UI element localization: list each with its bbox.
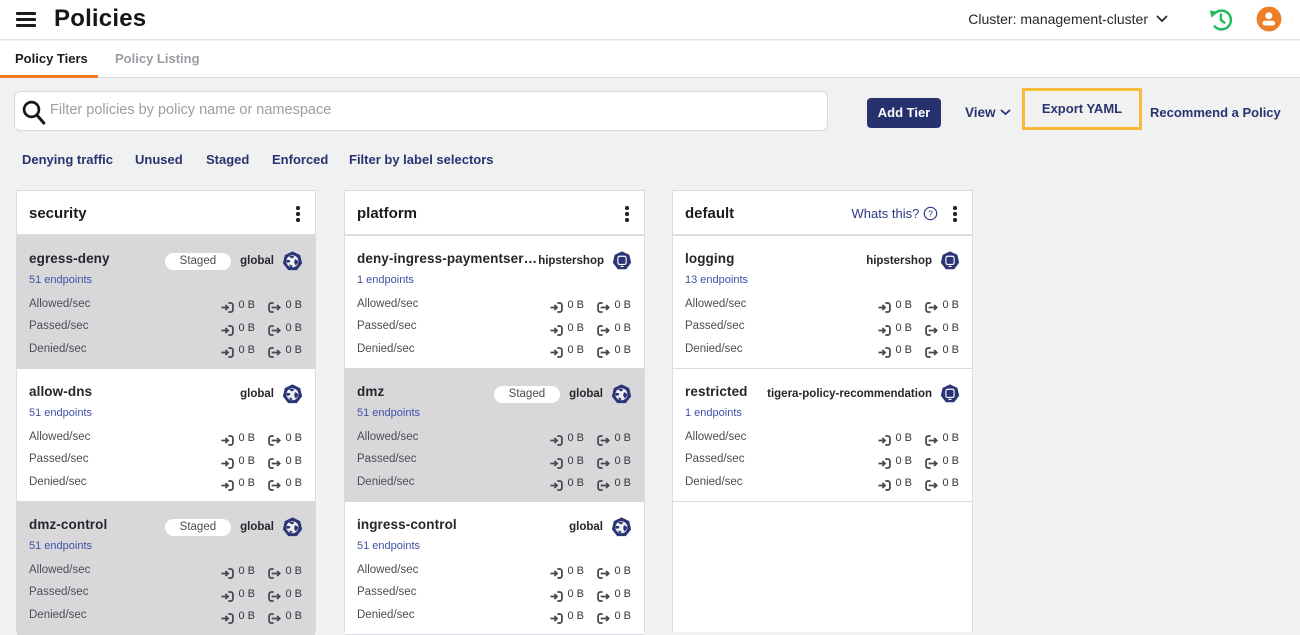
- svg-text:?: ?: [928, 209, 933, 219]
